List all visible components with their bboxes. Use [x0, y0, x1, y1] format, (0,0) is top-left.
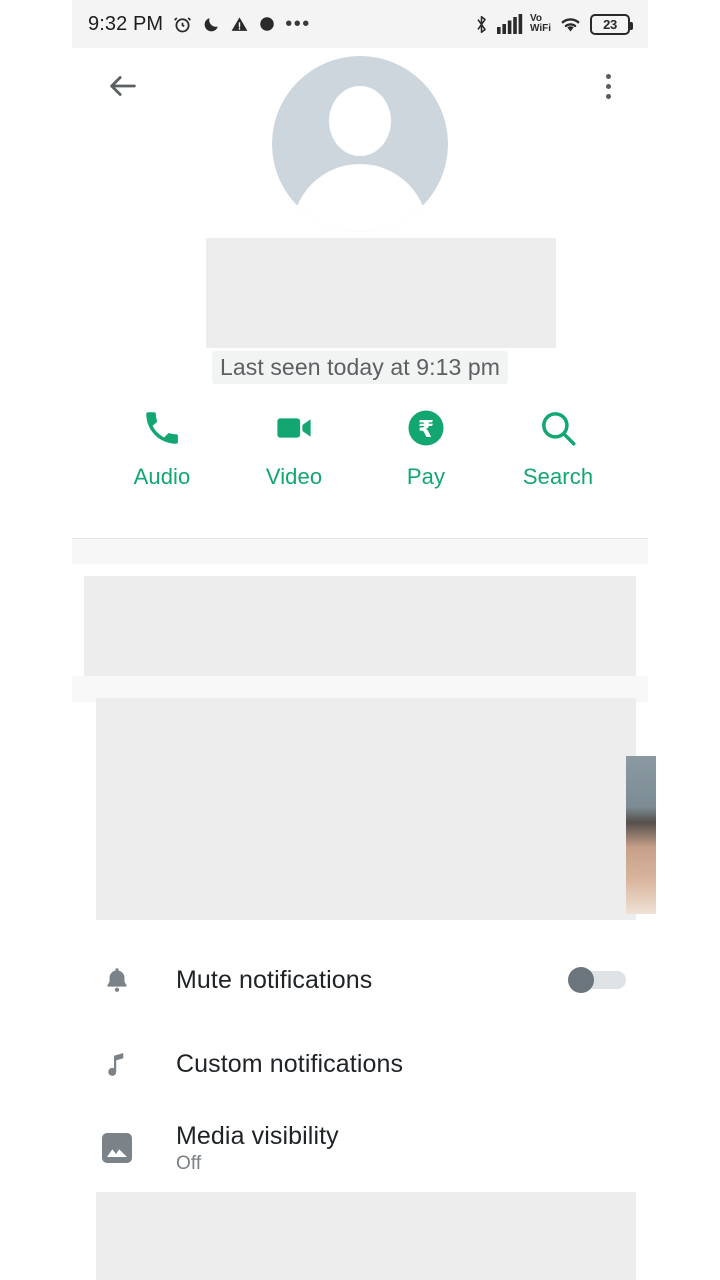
- phone-screen: 9:32 PM ••• Vo WiFi 23 Last seen today a…: [0, 0, 720, 1280]
- audio-call-label: Audio: [133, 464, 191, 489]
- image-icon: [102, 1133, 176, 1163]
- avatar-head-shape: [329, 86, 391, 156]
- pay-label: Pay: [406, 464, 446, 489]
- video-camera-icon: [273, 403, 315, 453]
- vowifi-icon: Vo WiFi: [529, 13, 551, 34]
- status-bar-left: 9:32 PM •••: [88, 13, 311, 36]
- avatar[interactable]: [272, 56, 448, 232]
- svg-text:₹: ₹: [418, 415, 434, 443]
- setting-row-mute-notifications[interactable]: Mute notifications: [72, 938, 648, 1022]
- section-gap-band: [72, 539, 648, 564]
- setting-title: Mute notifications: [176, 965, 373, 994]
- battery-percent-label: 23: [603, 16, 617, 32]
- bluetooth-icon: [477, 15, 486, 33]
- status-bar: 9:32 PM ••• Vo WiFi 23: [72, 0, 648, 48]
- pay-button[interactable]: ₹ Pay: [378, 403, 474, 490]
- video-call-button[interactable]: Video: [246, 403, 342, 490]
- contact-info-screen: Last seen today at 9:13 pm Audio Video ₹…: [72, 48, 656, 1280]
- contact-name-redacted: [206, 238, 556, 348]
- setting-text-block: Custom notifications: [176, 1050, 626, 1079]
- setting-text-block: Media visibility Off: [176, 1122, 626, 1175]
- more-dots-icon: •••: [285, 13, 311, 35]
- mute-notifications-toggle[interactable]: [568, 967, 626, 993]
- media-thumbnail-preview[interactable]: [626, 756, 656, 914]
- profile-photo-wrapper[interactable]: [72, 56, 648, 232]
- last-seen-row: Last seen today at 9:13 pm: [72, 351, 648, 384]
- wifi-icon: [561, 18, 580, 32]
- bottom-section-redacted: [96, 1192, 636, 1280]
- audio-call-button[interactable]: Audio: [114, 403, 210, 490]
- rupee-pay-icon: ₹: [406, 403, 446, 453]
- alarm-icon: [174, 16, 192, 32]
- record-dot-icon: [260, 17, 274, 31]
- setting-row-custom-notifications[interactable]: Custom notifications: [72, 1022, 648, 1106]
- setting-row-media-visibility[interactable]: Media visibility Off: [72, 1106, 648, 1190]
- setting-subtitle: Off: [176, 1152, 202, 1174]
- search-icon: [537, 403, 579, 453]
- bell-icon: [102, 965, 176, 995]
- about-section-redacted: [84, 576, 636, 676]
- status-bar-clock: 9:32 PM: [88, 12, 164, 35]
- toggle-knob: [568, 967, 594, 993]
- setting-title: Custom notifications: [176, 1049, 404, 1078]
- search-label: Search: [522, 464, 594, 489]
- last-seen-text: Last seen today at 9:13 pm: [211, 351, 509, 384]
- do-not-disturb-moon-icon: [204, 17, 219, 31]
- image-icon-shape: [102, 1133, 132, 1163]
- settings-list: Mute notifications Custom notifications: [72, 938, 648, 1190]
- media-section-redacted: [96, 698, 636, 920]
- avatar-body-shape: [292, 164, 428, 232]
- video-call-label: Video: [265, 464, 323, 489]
- battery-icon: 23: [590, 13, 633, 35]
- quick-actions-row: Audio Video ₹ Pay Search: [72, 403, 648, 490]
- setting-text-block: Mute notifications: [176, 966, 568, 995]
- status-bar-right: Vo WiFi 23: [473, 13, 633, 35]
- music-note-icon: [102, 1049, 176, 1079]
- setting-title: Media visibility: [176, 1121, 339, 1150]
- cellular-signal-icon: [496, 14, 523, 34]
- warning-icon: [231, 16, 248, 31]
- phone-icon: [141, 403, 183, 453]
- search-button[interactable]: Search: [510, 403, 606, 490]
